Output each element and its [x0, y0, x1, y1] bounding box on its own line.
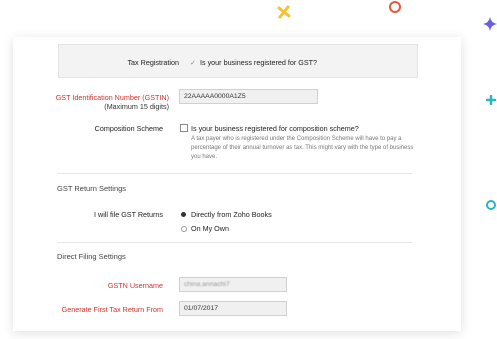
section-divider	[57, 173, 412, 174]
composition-description-line3: you have.	[191, 154, 218, 160]
direct-filing-settings-heading: Direct Filing Settings	[57, 252, 126, 261]
composition-description-line1: A tax payer who is registered under the …	[191, 136, 402, 142]
decorative-plus-icon	[486, 95, 496, 105]
radio-on-my-own[interactable]	[181, 226, 187, 232]
composition-scheme-label: Composition Scheme	[94, 124, 163, 133]
composition-description-line2: percentage of their annual turnover as t…	[191, 145, 414, 151]
tax-registration-label: Tax Registration	[127, 58, 179, 67]
gstn-username-input[interactable]: china.annachi7	[179, 277, 287, 292]
decorative-ring-icon-small	[486, 200, 496, 210]
gstn-username-label: GSTN Username	[107, 281, 163, 290]
decorative-sparkle-icon	[483, 17, 497, 31]
first-return-date-input[interactable]: 01/07/2017	[179, 301, 287, 316]
composition-scheme-checkbox[interactable]	[180, 124, 188, 132]
composition-scheme-description: A tax payer who is registered under the …	[191, 135, 441, 162]
option-directly-zoho-books[interactable]: Directly from Zoho Books	[191, 210, 272, 219]
gstin-input[interactable]: 22AAAAA0000A1Z5	[179, 89, 318, 104]
gst-return-settings-heading: GST Return Settings	[57, 184, 127, 193]
decorative-x-icon	[277, 5, 291, 19]
file-gst-returns-label: I will file GST Returns	[94, 210, 163, 219]
decorative-ring-icon	[389, 1, 401, 13]
radio-directly-zoho-books[interactable]	[181, 212, 186, 217]
gst-registered-question: Is your business registered for GST?	[200, 58, 318, 67]
gstin-hint: (Maximum 15 digits)	[104, 102, 169, 111]
gstn-username-value: china.annachi7	[184, 281, 230, 288]
option-on-my-own[interactable]: On My Own	[191, 224, 229, 233]
tax-registration-row: Tax Registration ✓ Is your business regi…	[58, 44, 418, 78]
first-return-label: Generate First Tax Return From	[61, 305, 163, 314]
composition-scheme-question: Is your business registered for composit…	[191, 124, 359, 133]
gstin-label: GST Identification Number (GSTIN)	[55, 93, 169, 102]
gst-settings-card: Tax Registration ✓ Is your business regi…	[13, 37, 461, 331]
check-mark-icon[interactable]: ✓	[190, 58, 196, 67]
section-divider	[57, 242, 412, 243]
